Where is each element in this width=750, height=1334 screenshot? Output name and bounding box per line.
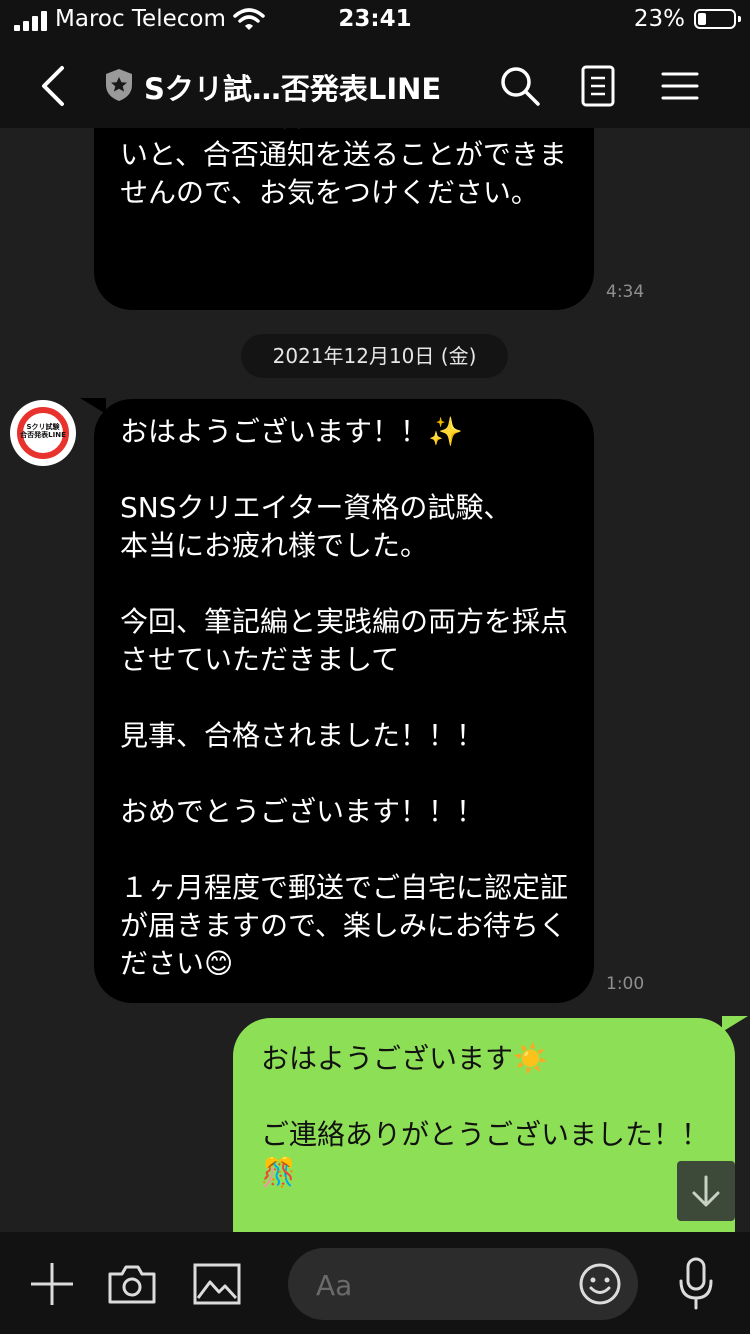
- message-bubble-incoming[interactable]: おはようございます！！✨ SNSクリエイター資格の試験、 本当にお疲れ様でした。…: [94, 399, 594, 1003]
- microphone-icon[interactable]: [676, 1256, 716, 1312]
- date-divider: 2021年12月10日 (金): [241, 334, 508, 378]
- image-icon[interactable]: [192, 1262, 242, 1306]
- shield-star-icon: [106, 69, 132, 101]
- message-text: おはようございます！！✨ SNSクリエイター資格の試験、 本当にお疲れ様でした。…: [120, 415, 569, 980]
- message-bubble-outgoing[interactable]: おはようございます☀️ ご連絡ありがとうございました！！🎊: [233, 1018, 735, 1232]
- plus-icon[interactable]: [28, 1260, 76, 1308]
- composer-bar: [0, 1232, 750, 1334]
- notes-icon[interactable]: [580, 64, 616, 108]
- status-bar: Maroc Telecom 23:41 23%: [0, 0, 750, 42]
- chat-header: Sクリ試…否発表LINE: [0, 42, 750, 128]
- message-time: 4:34: [606, 282, 645, 302]
- avatar[interactable]: Sクリ試験 合否発表LINE: [10, 400, 76, 466]
- arrow-down-icon: [692, 1175, 720, 1207]
- back-chevron-icon[interactable]: [38, 64, 78, 108]
- camera-icon[interactable]: [106, 1262, 158, 1306]
- message-text: ※スタンプを送っていただけていないと、合否通知を送ることができませんので、お気を…: [120, 128, 567, 209]
- message-input-box[interactable]: [288, 1248, 638, 1320]
- bubble-tail: [722, 1016, 748, 1032]
- message-bubble-incoming[interactable]: ※スタンプを送っていただけていないと、合否通知を送ることができませんので、お気を…: [94, 128, 594, 310]
- message-text: おはようございます☀️ ご連絡ありがとうございました！！🎊: [261, 1042, 710, 1189]
- scroll-to-bottom-button[interactable]: [677, 1161, 735, 1221]
- battery-percent: 23%: [633, 6, 685, 32]
- message-input[interactable]: [314, 1262, 578, 1308]
- menu-icon[interactable]: [660, 66, 700, 106]
- message-time: 1:00: [606, 974, 645, 994]
- chat-title[interactable]: Sクリ試…否発表LINE: [144, 66, 441, 108]
- avatar-logo: Sクリ試験 合否発表LINE: [20, 423, 66, 439]
- chat-area[interactable]: ※スタンプを送っていただけていないと、合否通知を送ることができませんので、お気を…: [0, 128, 750, 1232]
- battery-icon: [694, 9, 741, 29]
- emoji-icon[interactable]: [578, 1262, 622, 1306]
- search-icon[interactable]: [498, 64, 542, 108]
